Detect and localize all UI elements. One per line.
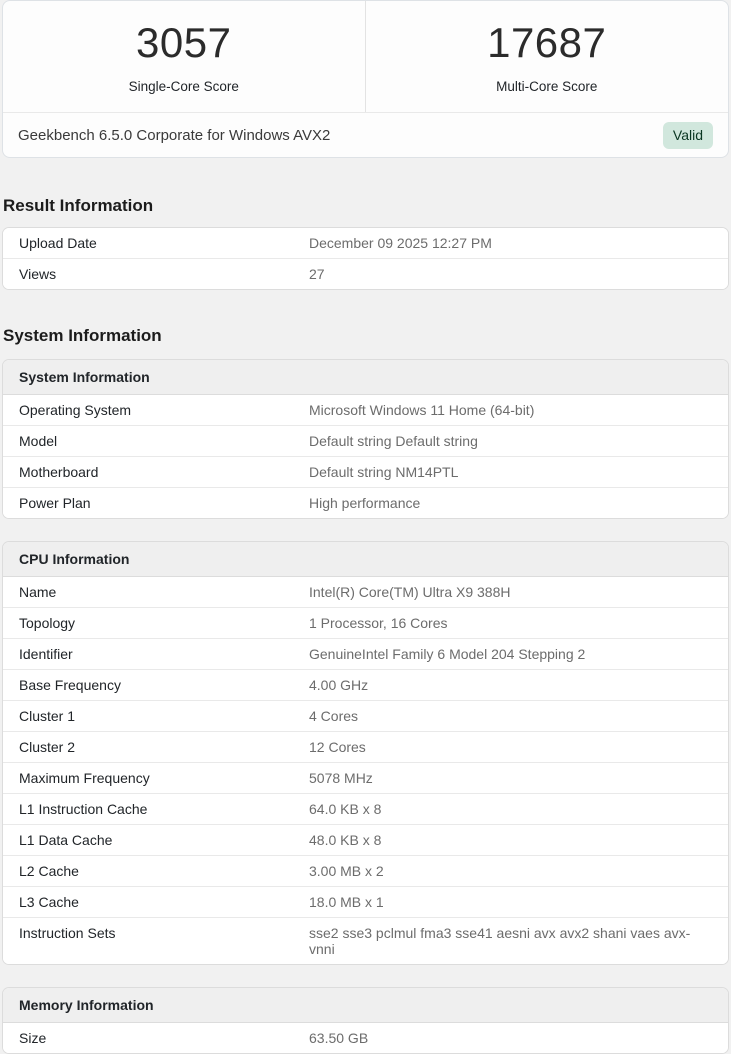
- table-row: ModelDefault string Default string: [3, 426, 728, 457]
- row-label: Name: [19, 584, 309, 600]
- memory-information-table-body: Size63.50 GB: [3, 1023, 728, 1053]
- table-row: L3 Cache18.0 MB x 1: [3, 887, 728, 918]
- row-value: 64.0 KB x 8: [309, 801, 712, 817]
- table-row: Operating SystemMicrosoft Windows 11 Hom…: [3, 395, 728, 426]
- table-row: Cluster 14 Cores: [3, 701, 728, 732]
- table-row: Cluster 212 Cores: [3, 732, 728, 763]
- system-information-table-body: Operating SystemMicrosoft Windows 11 Hom…: [3, 395, 728, 518]
- table-row: L2 Cache3.00 MB x 2: [3, 856, 728, 887]
- row-label: Identifier: [19, 646, 309, 662]
- memory-information-table: Memory Information Size63.50 GB: [2, 987, 729, 1054]
- system-information-table-header: System Information: [3, 360, 728, 395]
- cpu-information-table-body: NameIntel(R) Core(TM) Ultra X9 388HTopol…: [3, 577, 728, 964]
- row-value: Default string Default string: [309, 433, 712, 449]
- system-information-table: System Information Operating SystemMicro…: [2, 359, 729, 519]
- benchmark-result-page: 3057 Single-Core Score 17687 Multi-Core …: [0, 0, 731, 1054]
- system-information-title: System Information: [2, 326, 729, 346]
- row-value: High performance: [309, 495, 712, 511]
- row-label: Operating System: [19, 402, 309, 418]
- row-label: Motherboard: [19, 464, 309, 480]
- row-value: 4 Cores: [309, 708, 712, 724]
- table-row: Maximum Frequency5078 MHz: [3, 763, 728, 794]
- multi-core-score-label: Multi-Core Score: [496, 79, 597, 94]
- row-label: L3 Cache: [19, 894, 309, 910]
- row-value: 18.0 MB x 1: [309, 894, 712, 910]
- score-summary-card: 3057 Single-Core Score 17687 Multi-Core …: [2, 0, 729, 158]
- score-row: 3057 Single-Core Score 17687 Multi-Core …: [3, 1, 728, 113]
- multi-core-score-cell: 17687 Multi-Core Score: [366, 1, 729, 112]
- multi-core-score-value: 17687: [487, 22, 606, 64]
- row-label: Topology: [19, 615, 309, 631]
- row-value: 1 Processor, 16 Cores: [309, 615, 712, 631]
- single-core-score-value: 3057: [136, 22, 231, 64]
- row-value: 48.0 KB x 8: [309, 832, 712, 848]
- row-value: 4.00 GHz: [309, 677, 712, 693]
- table-row: Upload DateDecember 09 2025 12:27 PM: [3, 228, 728, 259]
- version-bar: Geekbench 6.5.0 Corporate for Windows AV…: [3, 113, 728, 157]
- row-label: Instruction Sets: [19, 925, 309, 957]
- table-row: IdentifierGenuineIntel Family 6 Model 20…: [3, 639, 728, 670]
- row-value: 5078 MHz: [309, 770, 712, 786]
- memory-information-table-header: Memory Information: [3, 988, 728, 1023]
- geekbench-version-text: Geekbench 6.5.0 Corporate for Windows AV…: [18, 127, 330, 144]
- table-row: L1 Data Cache48.0 KB x 8: [3, 825, 728, 856]
- row-label: L2 Cache: [19, 863, 309, 879]
- row-label: Power Plan: [19, 495, 309, 511]
- table-row: Topology1 Processor, 16 Cores: [3, 608, 728, 639]
- row-value: 3.00 MB x 2: [309, 863, 712, 879]
- row-value: December 09 2025 12:27 PM: [309, 235, 712, 251]
- valid-status-badge: Valid: [663, 122, 713, 149]
- table-row: Base Frequency4.00 GHz: [3, 670, 728, 701]
- row-value: 27: [309, 266, 712, 282]
- result-information-section: Result Information Upload DateDecember 0…: [2, 196, 729, 290]
- table-row: MotherboardDefault string NM14PTL: [3, 457, 728, 488]
- row-label: Views: [19, 266, 309, 282]
- single-core-score-label: Single-Core Score: [129, 79, 239, 94]
- cpu-information-table: CPU Information NameIntel(R) Core(TM) Ul…: [2, 541, 729, 965]
- cpu-information-table-header: CPU Information: [3, 542, 728, 577]
- row-value: Microsoft Windows 11 Home (64-bit): [309, 402, 712, 418]
- result-information-title: Result Information: [2, 196, 729, 216]
- row-label: Model: [19, 433, 309, 449]
- row-label: Cluster 1: [19, 708, 309, 724]
- row-value: Default string NM14PTL: [309, 464, 712, 480]
- table-row: Instruction Setssse2 sse3 pclmul fma3 ss…: [3, 918, 728, 964]
- row-value: sse2 sse3 pclmul fma3 sse41 aesni avx av…: [309, 925, 712, 957]
- table-row: Size63.50 GB: [3, 1023, 728, 1053]
- row-label: Cluster 2: [19, 739, 309, 755]
- table-row: Power PlanHigh performance: [3, 488, 728, 518]
- result-information-table: Upload DateDecember 09 2025 12:27 PMView…: [2, 227, 729, 290]
- table-row: NameIntel(R) Core(TM) Ultra X9 388H: [3, 577, 728, 608]
- row-label: L1 Instruction Cache: [19, 801, 309, 817]
- row-label: Size: [19, 1030, 309, 1046]
- row-value: GenuineIntel Family 6 Model 204 Stepping…: [309, 646, 712, 662]
- row-label: Upload Date: [19, 235, 309, 251]
- row-value: Intel(R) Core(TM) Ultra X9 388H: [309, 584, 712, 600]
- row-value: 63.50 GB: [309, 1030, 712, 1046]
- table-row: Views27: [3, 259, 728, 289]
- row-label: Maximum Frequency: [19, 770, 309, 786]
- row-label: L1 Data Cache: [19, 832, 309, 848]
- row-value: 12 Cores: [309, 739, 712, 755]
- system-information-section: System Information System Information Op…: [2, 326, 729, 1054]
- single-core-score-cell: 3057 Single-Core Score: [3, 1, 366, 112]
- table-row: L1 Instruction Cache64.0 KB x 8: [3, 794, 728, 825]
- row-label: Base Frequency: [19, 677, 309, 693]
